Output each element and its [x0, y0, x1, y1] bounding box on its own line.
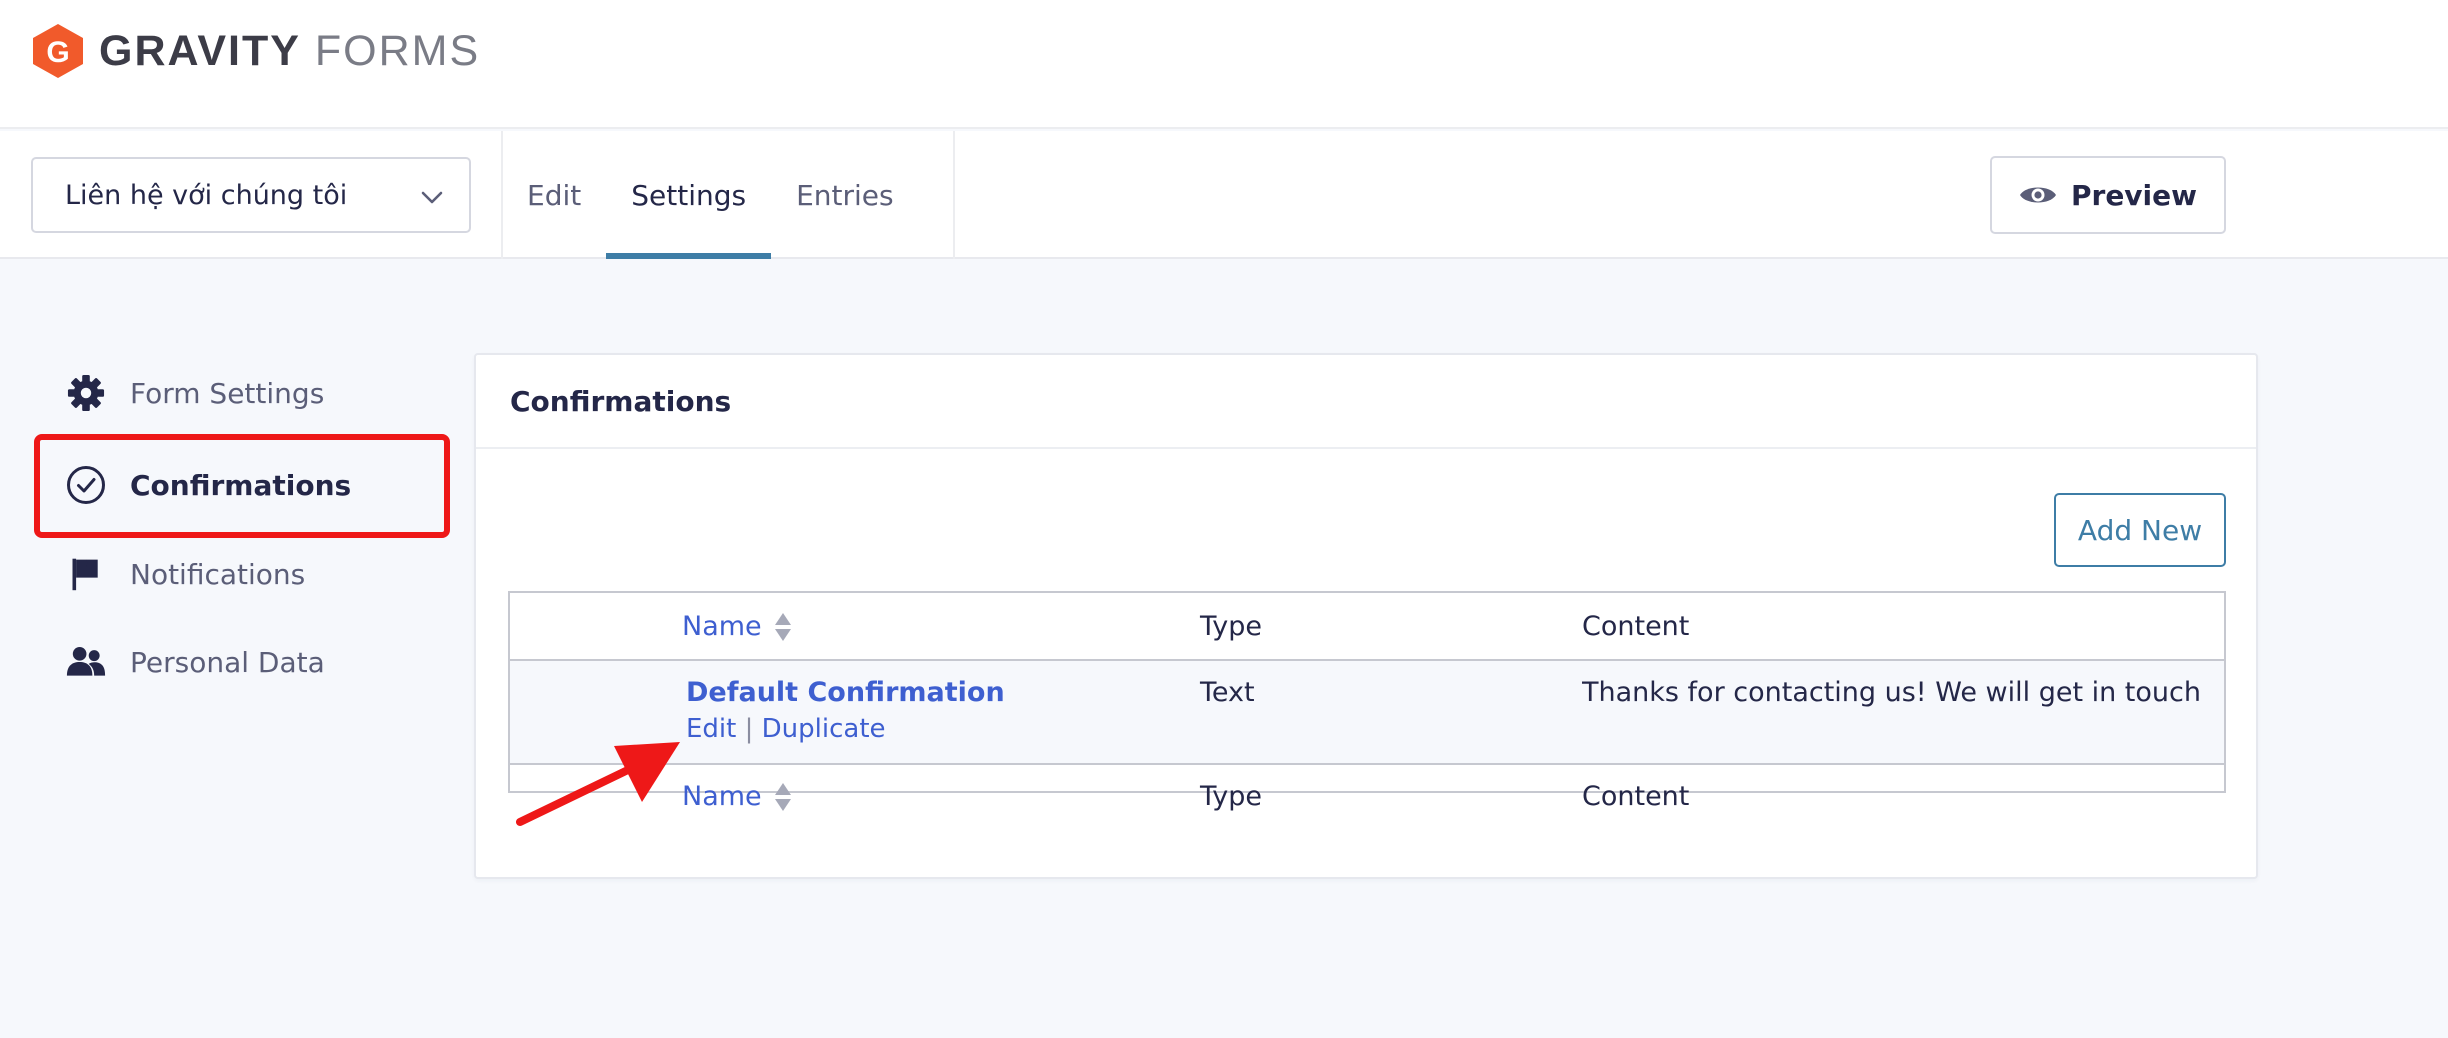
logo-wordmark: GRAVITY FORMS — [99, 23, 480, 79]
confirmation-type-cell: Text — [1200, 677, 1255, 708]
svg-text:G: G — [46, 36, 69, 69]
flag-icon — [66, 554, 106, 594]
panel-title-text: Confirmations — [510, 384, 732, 418]
column-header-type: Type — [1200, 611, 1263, 642]
form-switcher-value: Liên hệ với chúng tôi — [65, 179, 348, 211]
confirmation-content-cell: Thanks for contacting us! We will get in… — [1582, 677, 2202, 708]
sort-icon — [774, 782, 791, 811]
column-footer-content: Content — [1582, 781, 1690, 812]
logo-word-forms: FORMS — [314, 27, 481, 75]
sort-icon — [774, 612, 791, 641]
panel-title: Confirmations — [476, 355, 2256, 449]
confirmations-table: Name Type Content Default Confirmation E… — [508, 591, 2226, 812]
tab-edit[interactable]: Edit — [502, 131, 606, 259]
preview-button[interactable]: Preview — [1990, 156, 2226, 234]
tab-entries-label: Entries — [796, 178, 894, 212]
tab-edit-label: Edit — [527, 178, 582, 212]
gravity-forms-logo[interactable]: G GRAVITY FORMS — [31, 23, 480, 79]
table-footer-row: Name Type Content — [510, 765, 2224, 833]
sidebar-item-label: Confirmations — [130, 468, 352, 502]
row-actions-separator: | — [744, 714, 754, 744]
form-switcher-select[interactable]: Liên hệ với chúng tôi — [31, 157, 471, 233]
users-icon — [66, 642, 106, 682]
table-row: Default Confirmation Edit | Duplicate Te… — [510, 661, 2224, 765]
sidebar-item-label: Form Settings — [130, 376, 325, 410]
eye-icon — [2019, 187, 2056, 203]
column-name-label: Name — [682, 781, 762, 812]
duplicate-confirmation-link[interactable]: Duplicate — [762, 714, 886, 744]
gravity-forms-logo-icon: G — [33, 24, 83, 78]
sort-by-name-link[interactable]: Name — [682, 611, 792, 642]
column-footer-name: Name — [682, 781, 792, 812]
column-name-label: Name — [682, 611, 762, 642]
column-footer-type: Type — [1200, 781, 1263, 812]
sidebar-item-form-settings[interactable]: Form Settings — [36, 348, 446, 438]
tab-entries[interactable]: Entries — [771, 131, 919, 259]
form-tabs: Edit Settings Entries — [502, 131, 919, 259]
tab-settings-label: Settings — [631, 178, 747, 212]
confirmation-name-link[interactable]: Default Confirmation — [686, 677, 1005, 708]
row-actions: Edit | Duplicate — [686, 714, 1005, 744]
confirmation-name-cell: Default Confirmation Edit | Duplicate — [686, 677, 1005, 744]
column-header-name: Name — [682, 611, 792, 642]
add-new-label: Add New — [2077, 513, 2203, 547]
chevron-down-icon — [421, 191, 443, 204]
tab-settings[interactable]: Settings — [606, 131, 771, 259]
sidebar-item-confirmations[interactable]: Confirmations — [36, 440, 446, 530]
preview-label: Preview — [2070, 178, 2198, 212]
sort-by-name-link[interactable]: Name — [682, 781, 792, 812]
confirmations-panel: Confirmations Add New Name Type Content — [474, 353, 2258, 879]
check-circle-icon — [66, 465, 106, 505]
sidebar-item-label: Personal Data — [130, 645, 325, 679]
toolbar-divider — [953, 131, 955, 259]
sidebar-item-personal-data[interactable]: Personal Data — [36, 617, 446, 707]
logo-word-gravity: GRAVITY — [99, 27, 301, 75]
table-header-row: Name Type Content — [510, 593, 2224, 661]
edit-confirmation-link[interactable]: Edit — [686, 714, 736, 744]
sidebar-item-label: Notifications — [130, 557, 306, 591]
gear-icon — [66, 373, 106, 413]
form-toolbar: Liên hệ với chúng tôi Edit Settings Entr… — [0, 131, 2448, 259]
column-header-content: Content — [1582, 611, 1690, 642]
sidebar-item-notifications[interactable]: Notifications — [36, 529, 446, 619]
add-new-button[interactable]: Add New — [2054, 493, 2226, 567]
brand-bar: G GRAVITY FORMS — [0, 0, 2448, 129]
